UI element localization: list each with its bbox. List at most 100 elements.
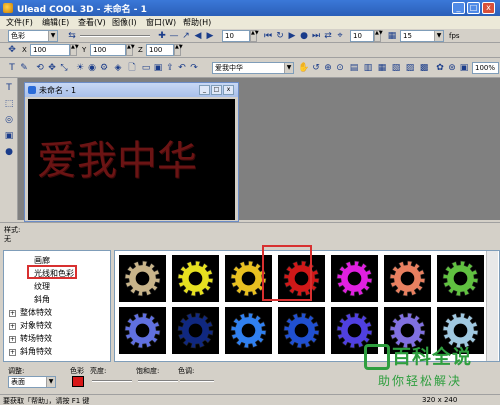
new-file-icon[interactable]: 🗋 [126, 62, 138, 74]
menu-edit[interactable]: 编辑(E) [42, 17, 69, 28]
play-icon[interactable]: ▶ [286, 30, 298, 42]
tree-item-transition-effects[interactable]: 转场特效 [20, 333, 52, 344]
add-keyframe-icon[interactable]: ✚ [156, 30, 168, 42]
hue-slider[interactable] [180, 380, 214, 382]
close-button[interactable]: x [482, 2, 495, 14]
camera-icon[interactable]: ◉ [86, 62, 98, 74]
insert-shape-icon[interactable]: ◎ [3, 114, 15, 126]
frame-input[interactable]: 10 [222, 30, 250, 42]
gallery-thumbnail[interactable] [278, 307, 325, 354]
doc-close-button[interactable]: x [223, 85, 234, 95]
play-back-icon[interactable]: ◀ [192, 30, 204, 42]
z-input[interactable]: 100 [146, 44, 174, 56]
move-object-icon[interactable]: ✥ [46, 62, 58, 74]
insert-text-icon[interactable]: T [3, 82, 15, 94]
layout-icon-4[interactable]: ▧ [390, 62, 402, 74]
tree-item-object-effects[interactable]: 对象特效 [20, 320, 52, 331]
render-canvas[interactable]: 爱我中华 [28, 99, 235, 220]
menu-window[interactable]: 窗口(W) [146, 17, 176, 28]
resize-icon[interactable]: ⤡ [58, 62, 70, 74]
z-spinner[interactable]: ▲▼ [174, 44, 183, 56]
remove-keyframe-icon[interactable]: — [168, 30, 180, 42]
menu-help[interactable]: 帮助(H) [183, 17, 211, 28]
color-swatch[interactable] [72, 376, 84, 387]
x-spinner[interactable]: ▲▼ [70, 44, 79, 56]
gallery-thumbnail[interactable] [119, 255, 166, 302]
x-input[interactable]: 100 [30, 44, 70, 56]
minimize-button[interactable]: _ [452, 2, 465, 14]
zoom-select[interactable]: 100% [472, 62, 499, 74]
arrow-icon[interactable]: ↗ [180, 30, 192, 42]
expand-icon[interactable]: + [9, 336, 16, 343]
rewind-icon[interactable]: ⏮ [262, 30, 274, 42]
globe-icon[interactable]: ⊛ [446, 62, 458, 74]
color-mode-select[interactable]: 色彩 ▼ [8, 30, 58, 42]
frame-count-spinner[interactable]: ▲▼ [374, 30, 383, 42]
zoom-view-icon[interactable]: ⊕ [322, 62, 334, 74]
layout-icon-3[interactable]: ▦ [376, 62, 388, 74]
layout-icon-2[interactable]: ▥ [362, 62, 374, 74]
layout-icon-6[interactable]: ▩ [418, 62, 430, 74]
doc-maximize-button[interactable]: □ [211, 85, 222, 95]
y-input[interactable]: 100 [90, 44, 126, 56]
render-icon[interactable]: ▣ [458, 62, 470, 74]
stop-icon[interactable]: ● [298, 30, 310, 42]
save-icon[interactable]: ▣ [152, 62, 164, 74]
hue-label: 色调: [178, 367, 195, 375]
loop-icon[interactable]: ↻ [274, 30, 286, 42]
object-select[interactable]: 爱我中华 ▼ [212, 62, 294, 74]
timeline-slider[interactable] [80, 35, 150, 37]
canvas-3d-text[interactable]: 爱我中华 [37, 139, 197, 183]
layout-icon-5[interactable]: ▨ [404, 62, 416, 74]
gallery-thumbnail[interactable] [331, 255, 378, 302]
gallery-thumbnail[interactable] [119, 307, 166, 354]
end-icon[interactable]: ⏭ [310, 30, 322, 42]
export-icon[interactable]: ⇪ [164, 62, 176, 74]
rotate-icon[interactable]: ⟲ [34, 62, 46, 74]
edit-text-icon[interactable]: ✎ [18, 62, 30, 74]
menu-file[interactable]: 文件(F) [6, 17, 33, 28]
doc-minimize-button[interactable]: _ [199, 85, 210, 95]
keyframe-icon[interactable]: ⌖ [334, 30, 346, 42]
move-icon[interactable]: ✥ [6, 44, 18, 56]
text-tool-icon[interactable]: T [6, 62, 18, 74]
gallery-thumbnail[interactable] [384, 255, 431, 302]
expand-icon[interactable]: + [9, 323, 16, 330]
tree-item-bevel-effects[interactable]: 斜角特效 [20, 346, 52, 357]
y-spinner[interactable]: ▲▼ [126, 44, 135, 56]
repeat-icon[interactable]: ⇄ [322, 30, 334, 42]
menu-view[interactable]: 查看(V) [78, 17, 106, 28]
tree-item-texture[interactable]: 纹理 [34, 281, 50, 292]
expand-icon[interactable]: + [9, 349, 16, 356]
undo-icon[interactable]: ↶ [176, 62, 188, 74]
fit-view-icon[interactable]: ⊙ [334, 62, 346, 74]
maximize-button[interactable]: □ [467, 2, 480, 14]
light-icon[interactable]: ☀ [74, 62, 86, 74]
layout-icon-1[interactable]: ▤ [348, 62, 360, 74]
tree-item-global-effects[interactable]: 整体特效 [20, 307, 52, 318]
saturation-slider[interactable] [138, 380, 178, 382]
menu-image[interactable]: 图像(I) [112, 17, 137, 28]
gallery-thumbnail[interactable] [225, 307, 272, 354]
insert-graphic-icon[interactable]: ⬚ [3, 98, 15, 110]
paint-icon[interactable]: ✿ [434, 62, 446, 74]
gallery-thumbnail[interactable] [172, 307, 219, 354]
play-next-icon[interactable]: ▶ [204, 30, 216, 42]
insert-geometry-icon[interactable]: ● [3, 146, 15, 158]
redo-icon[interactable]: ↷ [188, 62, 200, 74]
brightness-slider[interactable] [92, 380, 132, 382]
adjust-select[interactable]: 表面 ▼ [8, 376, 56, 388]
fps-select[interactable]: 15 ▼ [400, 30, 444, 42]
insert-object-icon[interactable]: ▣ [3, 130, 15, 142]
frame-count-input[interactable]: 10 [350, 30, 374, 42]
gallery-thumbnail[interactable] [437, 255, 484, 302]
bevel-icon[interactable]: ◈ [112, 62, 124, 74]
view-icon[interactable]: ⚙ [98, 62, 110, 74]
gallery-thumbnail[interactable] [172, 255, 219, 302]
hand-icon[interactable]: ✋ [298, 62, 310, 74]
expand-icon[interactable]: + [9, 310, 16, 317]
rotate-view-icon[interactable]: ↺ [310, 62, 322, 74]
tree-item-bevel[interactable]: 斜角 [34, 294, 50, 305]
open-folder-icon[interactable]: ▭ [140, 62, 152, 74]
frame-spinner[interactable]: ▲▼ [250, 30, 259, 42]
